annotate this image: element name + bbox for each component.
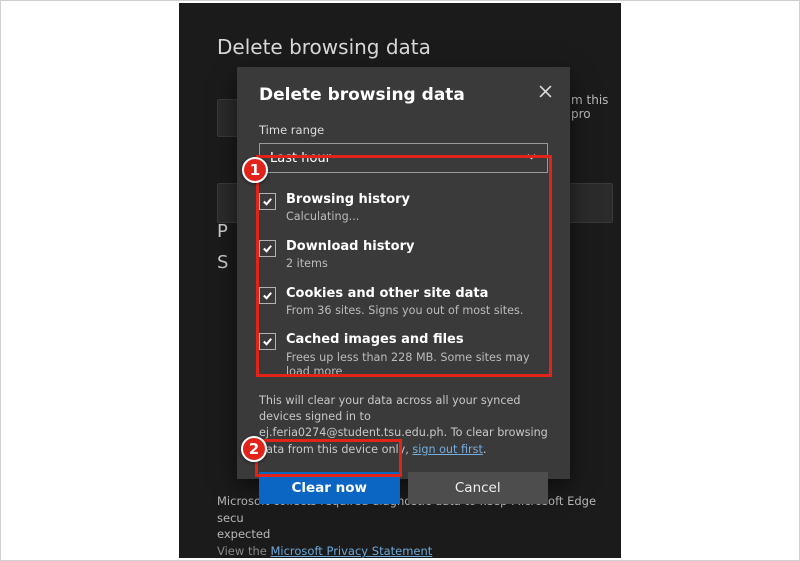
option-label: Cookies and other site data xyxy=(286,286,523,302)
delete-browsing-data-dialog: Delete browsing data Time range Last hou… xyxy=(237,67,570,479)
close-button[interactable] xyxy=(532,79,558,105)
time-range-value: Last hour xyxy=(270,151,331,166)
option-label: Cached images and files xyxy=(286,332,548,348)
option-subtext: 2 items xyxy=(286,257,414,272)
data-type-list: Browsing history Calculating... Download… xyxy=(259,185,548,387)
bg-letter: S xyxy=(217,252,228,273)
option-subtext: From 36 sites. Signs you out of most sit… xyxy=(286,304,523,319)
option-browsing-history: Browsing history Calculating... xyxy=(259,185,548,232)
chevron-down-icon xyxy=(526,151,537,166)
screenshot-canvas: Delete browsing data m this pro P S Micr… xyxy=(0,0,800,561)
sync-note-tail: . xyxy=(483,443,487,456)
view-prefix: View the xyxy=(217,544,270,558)
sign-out-first-link[interactable]: sign out first xyxy=(412,443,482,456)
cancel-button[interactable]: Cancel xyxy=(408,472,549,504)
option-cached-images: Cached images and files Frees up less th… xyxy=(259,325,548,386)
clear-now-button[interactable]: Clear now xyxy=(259,472,400,504)
dialog-button-row: Clear now Cancel xyxy=(259,472,548,504)
option-label: Download history xyxy=(286,239,414,255)
checkbox-cached-images[interactable] xyxy=(259,333,276,350)
checkbox-download-history[interactable] xyxy=(259,240,276,257)
option-cookies: Cookies and other site data From 36 site… xyxy=(259,279,548,326)
truncated-text: m this pro xyxy=(571,93,621,121)
checkbox-cookies[interactable] xyxy=(259,287,276,304)
time-range-label: Time range xyxy=(259,123,548,137)
close-icon xyxy=(539,83,552,102)
option-label: Browsing history xyxy=(286,192,410,208)
bg-letter: P xyxy=(217,221,228,242)
option-subtext: Calculating... xyxy=(286,210,410,225)
checkbox-browsing-history[interactable] xyxy=(259,193,276,210)
time-range-select[interactable]: Last hour xyxy=(259,143,548,173)
option-download-history: Download history 2 items xyxy=(259,232,548,279)
option-subtext: Frees up less than 228 MB. Some sites ma… xyxy=(286,351,548,380)
dialog-title: Delete browsing data xyxy=(259,85,548,105)
privacy-statement-link[interactable]: Microsoft Privacy Statement xyxy=(270,544,432,558)
sync-note-text: This will clear your data across all you… xyxy=(259,394,548,456)
page-title: Delete browsing data xyxy=(217,35,431,59)
sync-warning-note: This will clear your data across all you… xyxy=(259,393,548,458)
